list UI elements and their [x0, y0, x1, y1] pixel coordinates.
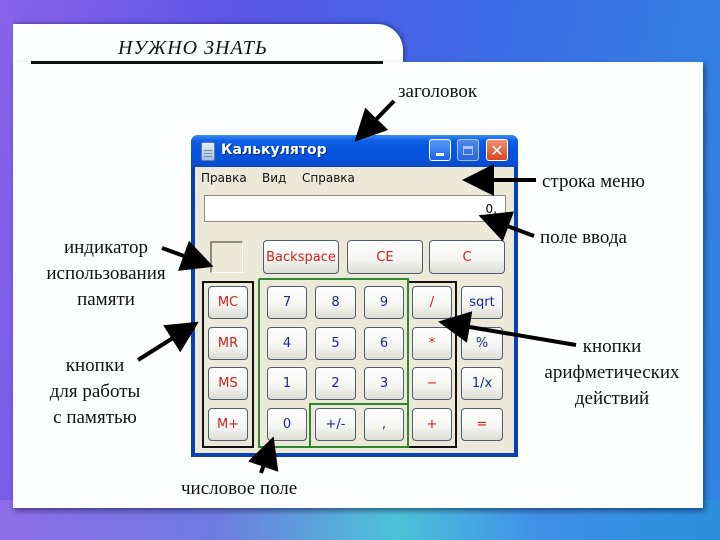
arrow-memory-buttons [136, 321, 199, 362]
arrow-title [354, 99, 396, 142]
arrow-arithmetic-buttons [438, 311, 577, 347]
annotation-arrows [136, 99, 577, 474]
arrow-number-field [248, 436, 279, 474]
arrow-input-field [478, 211, 535, 242]
arrow-memory-indicator [161, 240, 214, 271]
